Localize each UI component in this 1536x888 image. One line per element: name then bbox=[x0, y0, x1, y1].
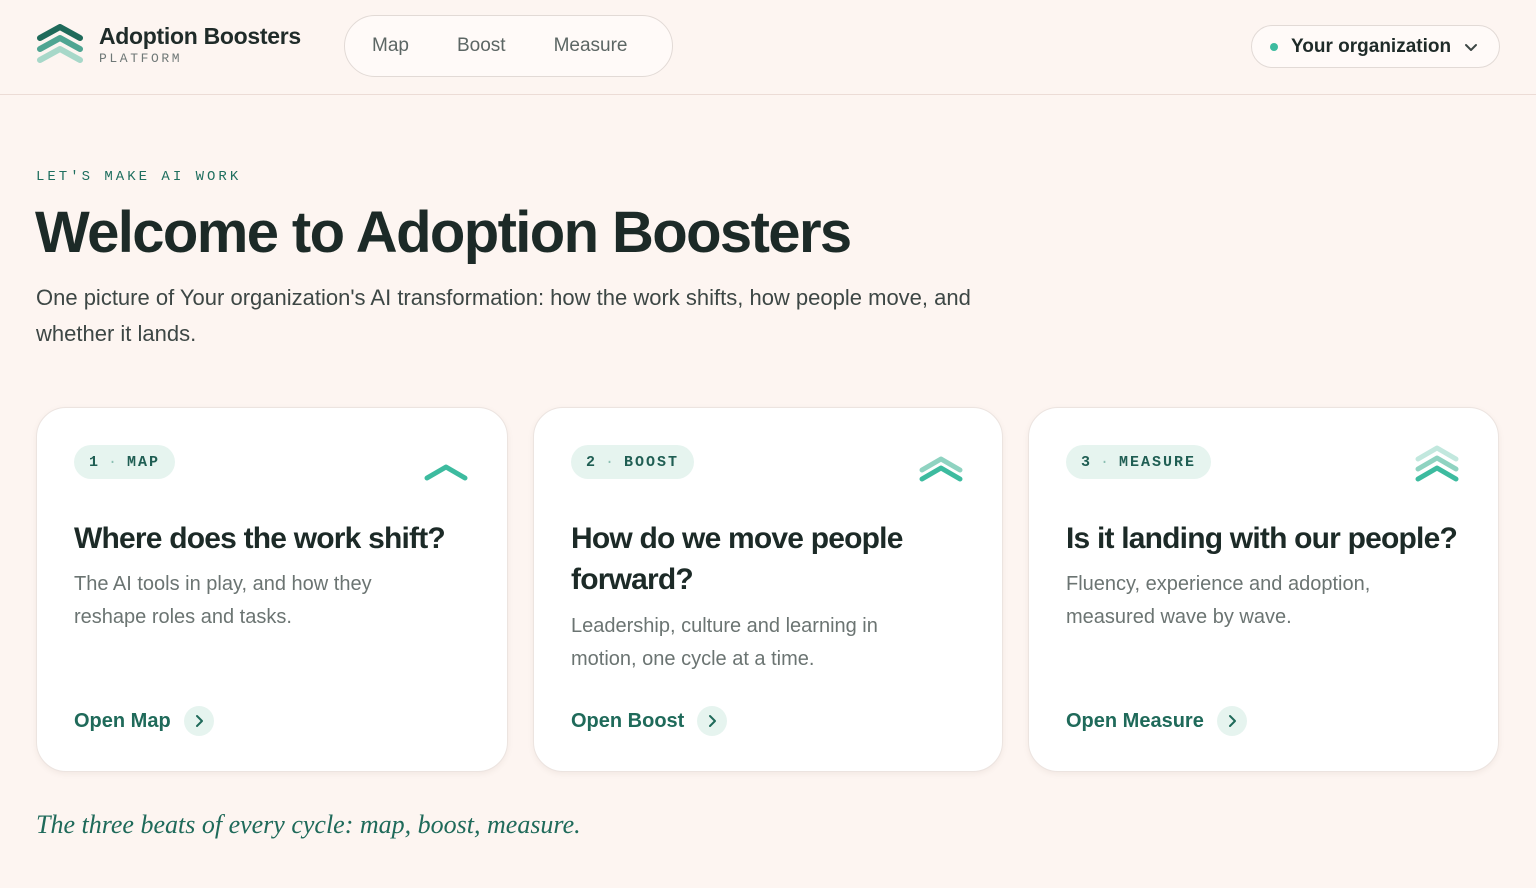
card-title: Is it landing with our people? bbox=[1066, 522, 1458, 555]
separator-dot: · bbox=[605, 453, 617, 471]
top-bar: Adoption Boosters PLATFORM Map Boost Mea… bbox=[0, 0, 1536, 95]
card-map: 1 · MAP Where does the work shift? The A… bbox=[36, 407, 508, 772]
link-label: Open Measure bbox=[1066, 709, 1204, 732]
step-badge: 3 · MEASURE bbox=[1066, 445, 1212, 479]
triple-chevron-up-icon bbox=[1415, 445, 1459, 482]
footer-tagline: The three beats of every cycle: map, boo… bbox=[36, 810, 581, 839]
separator-dot: · bbox=[1100, 453, 1112, 471]
chevron-right-icon bbox=[183, 706, 214, 736]
brand-name: Adoption Boosters bbox=[99, 23, 301, 49]
open-boost-link[interactable]: Open Boost bbox=[571, 706, 728, 736]
step-tag: MEASURE bbox=[1119, 453, 1197, 471]
status-dot bbox=[1270, 42, 1278, 51]
link-label: Open Boost bbox=[571, 709, 685, 732]
hero-eyebrow: LET'S MAKE AI WORK bbox=[36, 169, 242, 185]
separator-dot: · bbox=[108, 453, 120, 471]
card-measure: 3 · MEASURE Is it landing with our peopl… bbox=[1028, 407, 1499, 772]
link-label: Open Map bbox=[74, 709, 171, 732]
chevron-right-icon bbox=[697, 706, 728, 736]
stacked-chevrons-icon bbox=[37, 24, 83, 63]
brand[interactable]: Adoption Boosters PLATFORM bbox=[36, 22, 301, 68]
main-nav: Map Boost Measure bbox=[344, 15, 673, 77]
step-badge: 1 · MAP bbox=[74, 445, 176, 479]
hero-description: One picture of Your organization's AI tr… bbox=[36, 285, 971, 346]
step-number: 3 bbox=[1081, 453, 1093, 471]
card-description: Leadership, culture and learning in moti… bbox=[571, 615, 878, 670]
nav-item-boost[interactable]: Boost bbox=[457, 35, 506, 57]
single-chevron-up-icon bbox=[424, 464, 468, 481]
double-chevron-up-icon bbox=[919, 456, 963, 482]
chevron-down-icon bbox=[1465, 44, 1477, 51]
card-title: How do we move people forward? bbox=[571, 522, 903, 596]
card-title: Where does the work shift? bbox=[74, 522, 446, 555]
nav-item-map[interactable]: Map bbox=[372, 35, 409, 57]
card-description: The AI tools in play, and how they resha… bbox=[74, 573, 372, 628]
page-title: Welcome to Adoption Boosters bbox=[35, 200, 852, 265]
chevron-right-icon bbox=[1216, 706, 1247, 736]
step-number: 1 bbox=[89, 453, 101, 471]
brand-subtitle: PLATFORM bbox=[99, 51, 183, 66]
step-tag: BOOST bbox=[624, 453, 680, 471]
card-description: Fluency, experience and adoption, measur… bbox=[1066, 573, 1371, 628]
step-number: 2 bbox=[586, 453, 598, 471]
card-boost: 2 · BOOST How do we move people forward?… bbox=[533, 407, 1003, 772]
organization-selector[interactable]: Your organization bbox=[1251, 25, 1500, 68]
organization-label: Your organization bbox=[1291, 35, 1452, 57]
step-tag: MAP bbox=[127, 453, 161, 471]
nav-item-measure[interactable]: Measure bbox=[554, 35, 628, 57]
step-badge: 2 · BOOST bbox=[571, 445, 695, 479]
open-measure-link[interactable]: Open Measure bbox=[1066, 706, 1247, 736]
open-map-link[interactable]: Open Map bbox=[74, 706, 214, 736]
